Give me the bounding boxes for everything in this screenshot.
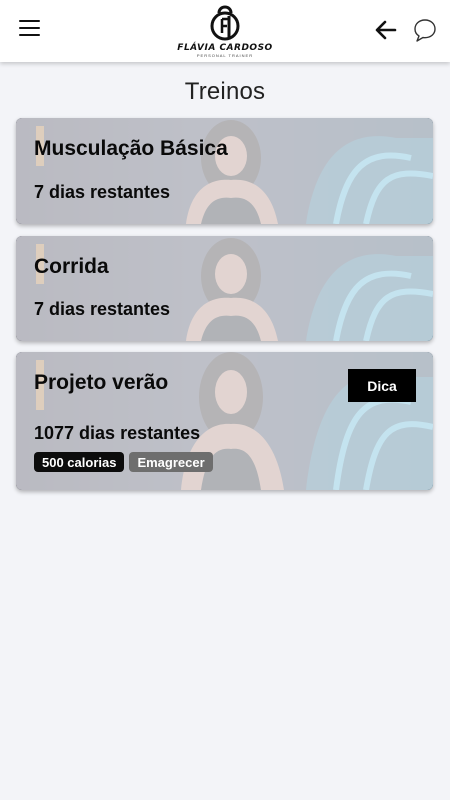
workout-card[interactable]: Corrida 7 dias restantes — [16, 236, 433, 341]
workout-title: Musculação Básica — [34, 137, 228, 160]
days-remaining: 7 dias restantes — [34, 182, 171, 202]
arrow-left-icon — [375, 20, 397, 40]
chat-button[interactable] — [412, 17, 438, 43]
app-header: FLÁVIA CARDOSO PERSONAL TRAINER — [0, 0, 450, 62]
kettlebell-logo-icon — [210, 5, 240, 41]
tag-calories: 500 calorias — [34, 452, 125, 472]
back-button[interactable] — [374, 18, 398, 42]
tag-list: 500 calorias Emagrecer — [34, 452, 213, 472]
days-remaining: 1077 dias restantes — [34, 423, 201, 443]
chat-bubble-icon — [414, 19, 436, 42]
tag-goal: Emagrecer — [129, 452, 213, 472]
tip-button[interactable]: Dica — [348, 369, 416, 402]
logo-name: FLÁVIA CARDOSO — [177, 43, 273, 53]
workout-card[interactable]: Musculação Básica 7 dias restantes — [16, 118, 433, 224]
page-title: Treinos — [184, 78, 266, 105]
days-remaining: 7 dias restantes — [34, 299, 171, 319]
hamburger-icon — [19, 20, 40, 22]
menu-button[interactable] — [19, 20, 41, 40]
workout-card[interactable]: Projeto verão Dica 1077 dias restantes 5… — [16, 352, 433, 490]
workout-title: Corrida — [34, 255, 109, 278]
workout-title: Projeto verão — [34, 371, 169, 394]
logo-subtitle: PERSONAL TRAINER — [196, 53, 254, 58]
brand-logo: FLÁVIA CARDOSO PERSONAL TRAINER — [175, 2, 275, 60]
